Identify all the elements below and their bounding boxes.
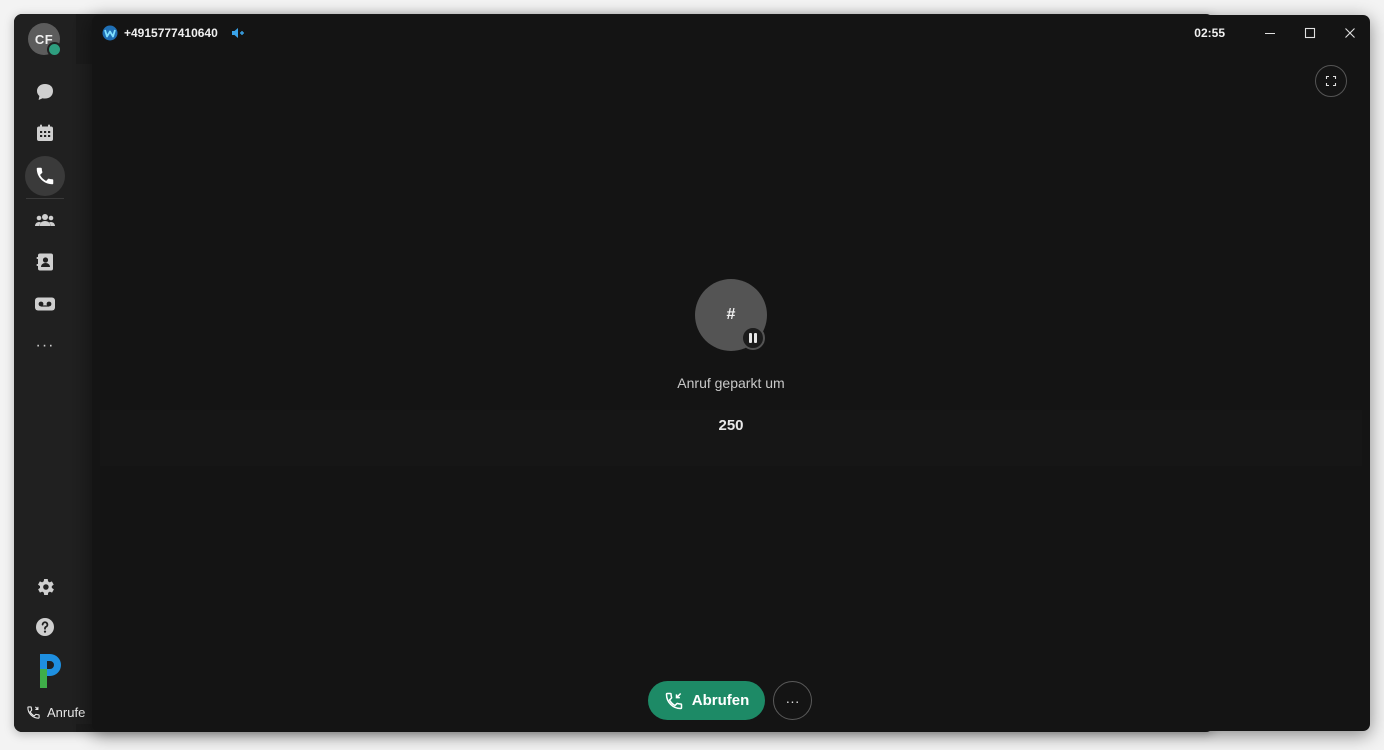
pause-icon xyxy=(749,333,757,343)
sidebar-item-voicemail[interactable] xyxy=(25,284,65,324)
phone-call-icon xyxy=(27,705,40,719)
calendar-icon xyxy=(37,124,53,141)
title-bar: +4915777410640 xyxy=(92,15,1370,51)
close-icon xyxy=(1345,28,1355,38)
park-number: 250 xyxy=(718,417,744,434)
maximize-icon xyxy=(1304,27,1316,39)
more-icon: ··· xyxy=(35,337,55,354)
settings-button[interactable] xyxy=(25,567,65,607)
more-options-icon: ··· xyxy=(785,692,800,709)
more-options-button[interactable]: ··· xyxy=(773,681,812,720)
sidebar-item-messaging[interactable] xyxy=(25,72,65,112)
retrieve-button[interactable]: Abrufen xyxy=(648,681,765,720)
park-status-label: Anruf geparkt um xyxy=(677,375,785,391)
avatar-symbol: # xyxy=(726,306,736,323)
minimize-icon xyxy=(1265,33,1275,34)
close-button[interactable] xyxy=(1338,21,1362,45)
retrieve-label: Abrufen xyxy=(691,692,750,709)
help-button[interactable] xyxy=(25,607,65,647)
sidebar-more[interactable]: ··· xyxy=(25,326,65,366)
help-icon xyxy=(36,618,54,636)
hold-badge xyxy=(741,326,765,350)
team-icon xyxy=(35,214,55,226)
sidebar-item-calendar[interactable] xyxy=(25,113,65,153)
sidebar-item-teams[interactable] xyxy=(25,200,65,240)
presence-indicator xyxy=(47,42,62,57)
call-window: +4915777410640 02:55 # Anruf geparkt um … xyxy=(92,15,1370,731)
chat-icon xyxy=(37,84,53,100)
fullscreen-button[interactable] xyxy=(1315,65,1347,97)
caller-number: +4915777410640 xyxy=(124,26,218,40)
retrieve-call-icon xyxy=(665,692,682,709)
brand-logo xyxy=(40,654,61,688)
active-call-indicator[interactable]: Anrufe xyxy=(26,704,85,720)
sidebar: CF ··· xyxy=(14,14,76,732)
avatar[interactable]: CF xyxy=(28,23,62,57)
speaker-active-icon xyxy=(231,28,244,38)
call-timer: 02:55 xyxy=(1194,26,1225,40)
content-edge xyxy=(76,64,92,724)
settings-icon xyxy=(38,579,54,595)
sidebar-item-contacts[interactable] xyxy=(25,242,65,282)
sidebar-divider xyxy=(26,198,64,199)
fullscreen-icon xyxy=(1325,75,1337,87)
minimize-button[interactable] xyxy=(1258,21,1282,45)
webex-logo-icon xyxy=(102,25,118,41)
phone-icon xyxy=(36,167,54,185)
sidebar-item-calling[interactable] xyxy=(25,156,65,196)
maximize-button[interactable] xyxy=(1298,21,1322,45)
contacts-icon xyxy=(36,253,53,271)
call-status-label: Anrufe xyxy=(47,704,86,720)
voicemail-icon xyxy=(35,297,55,311)
